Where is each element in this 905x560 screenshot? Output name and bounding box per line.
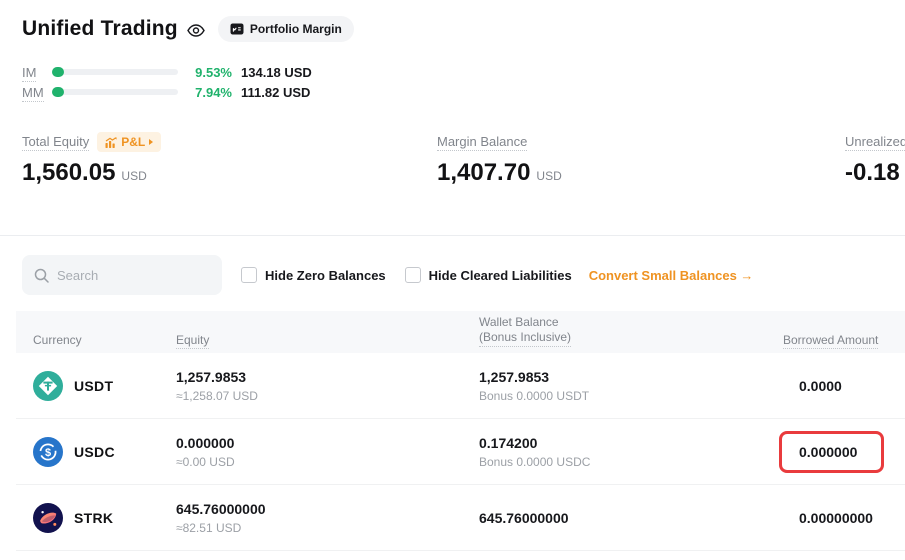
total-equity-unit: USD (121, 169, 146, 183)
portfolio-margin-icon (230, 23, 244, 35)
convert-small-balances-link[interactable]: Convert Small Balances → (589, 268, 754, 283)
im-label[interactable]: IM (22, 65, 52, 80)
currency-symbol: USDT (74, 378, 113, 394)
svg-text:$: $ (45, 447, 51, 459)
search-box[interactable] (22, 255, 222, 295)
hide-zero-label: Hide Zero Balances (265, 268, 386, 283)
mm-progress-dot (52, 87, 64, 97)
im-amount: 134.18 USD (241, 65, 312, 80)
margin-ratio-block: IM 9.53% 134.18 USD MM 7.94% 111.82 USD (22, 62, 905, 102)
mm-label[interactable]: MM (22, 85, 52, 100)
table-header: Currency Equity Wallet Balance (Bonus In… (16, 311, 905, 353)
annotation-red-box: 0.000000 (779, 431, 884, 473)
asset-table: Currency Equity Wallet Balance (Bonus In… (16, 311, 905, 551)
unrealized-pnl-label[interactable]: Unrealized P&L (845, 134, 905, 151)
col-header-wallet-balance[interactable]: Wallet Balance (Bonus Inclusive) (479, 315, 783, 347)
wallet-balance-value: 645.76000000 (479, 510, 783, 526)
equity-value: 0.000000 (176, 435, 479, 451)
table-row-usdc[interactable]: $ USDC 0.000000 ≈0.00 USD 0.174200 Bonus… (16, 419, 905, 485)
mm-row: MM 7.94% 111.82 USD (22, 82, 905, 102)
total-equity-label[interactable]: Total Equity (22, 134, 89, 151)
table-row-strk[interactable]: STRK 645.76000000 ≈82.51 USD 645.7600000… (16, 485, 905, 551)
mm-percent: 7.94% (186, 85, 232, 100)
currency-symbol: STRK (74, 510, 113, 526)
equity-usd-value: ≈1,258.07 USD (176, 389, 479, 403)
wallet-balance-value: 1,257.9853 (479, 369, 783, 385)
mm-progress-bar (52, 89, 178, 95)
usdc-coin-icon: $ (33, 437, 63, 467)
portfolio-margin-label: Portfolio Margin (250, 22, 342, 36)
pnl-button[interactable]: P&L (97, 132, 161, 152)
search-icon (34, 268, 49, 283)
usdt-coin-icon (33, 371, 63, 401)
section-divider (0, 235, 905, 236)
margin-balance-label[interactable]: Margin Balance (437, 134, 527, 151)
total-equity-value: 1,560.05 (22, 159, 115, 187)
equity-value: 1,257.9853 (176, 369, 479, 385)
mm-amount: 111.82 USD (241, 85, 310, 100)
pnl-chart-icon (105, 137, 117, 148)
portfolio-margin-badge[interactable]: Portfolio Margin (218, 16, 354, 42)
hide-zero-balances-filter[interactable]: Hide Zero Balances (241, 267, 386, 283)
caret-right-icon (149, 139, 153, 145)
wallet-bonus-value: Bonus 0.0000 USDC (479, 455, 783, 469)
borrowed-amount-value: 0.0000 (799, 378, 905, 394)
im-progress-dot (52, 67, 64, 77)
margin-balance-unit: USD (536, 169, 561, 183)
col-header-borrowed-amount[interactable]: Borrowed Amount (783, 333, 905, 347)
im-percent: 9.53% (186, 65, 232, 80)
wallet-balance-value: 0.174200 (479, 435, 783, 451)
eye-icon (187, 24, 205, 37)
search-input[interactable] (57, 268, 207, 283)
unrealized-pnl-value: -0.18 (845, 159, 900, 187)
table-row-usdt[interactable]: USDT 1,257.9853 ≈1,258.07 USD 1,257.9853… (16, 353, 905, 419)
im-row: IM 9.53% 134.18 USD (22, 62, 905, 82)
page-title: Unified Trading (22, 17, 178, 41)
hide-zero-checkbox[interactable] (241, 267, 257, 283)
strk-coin-icon (33, 503, 63, 533)
equity-usd-value: ≈82.51 USD (176, 521, 479, 535)
margin-balance-value: 1,407.70 (437, 159, 530, 187)
unrealized-pnl-block: Unrealized P&L -0.18 (845, 133, 905, 187)
hide-cleared-checkbox[interactable] (405, 267, 421, 283)
filter-bar: Hide Zero Balances Hide Cleared Liabilit… (22, 255, 905, 295)
equity-value: 645.76000000 (176, 501, 479, 517)
hide-cleared-label: Hide Cleared Liabilities (429, 268, 572, 283)
equity-usd-value: ≈0.00 USD (176, 455, 479, 469)
borrowed-amount-value: 0.00000000 (799, 510, 905, 526)
borrowed-amount-value: 0.000000 (799, 444, 881, 460)
page-header: Unified Trading Portfolio Margin (22, 14, 905, 44)
total-equity-block: Total Equity P&L 1,560.05 USD (22, 133, 161, 187)
currency-symbol: USDC (74, 444, 115, 460)
visibility-toggle[interactable] (187, 24, 205, 37)
pnl-label: P&L (121, 135, 145, 149)
account-summary: Total Equity P&L 1,560.05 USD Margin Bal… (0, 133, 905, 191)
col-header-currency: Currency (33, 333, 176, 347)
im-progress-bar (52, 69, 178, 75)
col-header-equity[interactable]: Equity (176, 333, 479, 347)
margin-balance-block: Margin Balance 1,407.70 USD (437, 133, 562, 187)
wallet-bonus-value: Bonus 0.0000 USDT (479, 389, 783, 403)
hide-cleared-liabilities-filter[interactable]: Hide Cleared Liabilities (405, 267, 572, 283)
